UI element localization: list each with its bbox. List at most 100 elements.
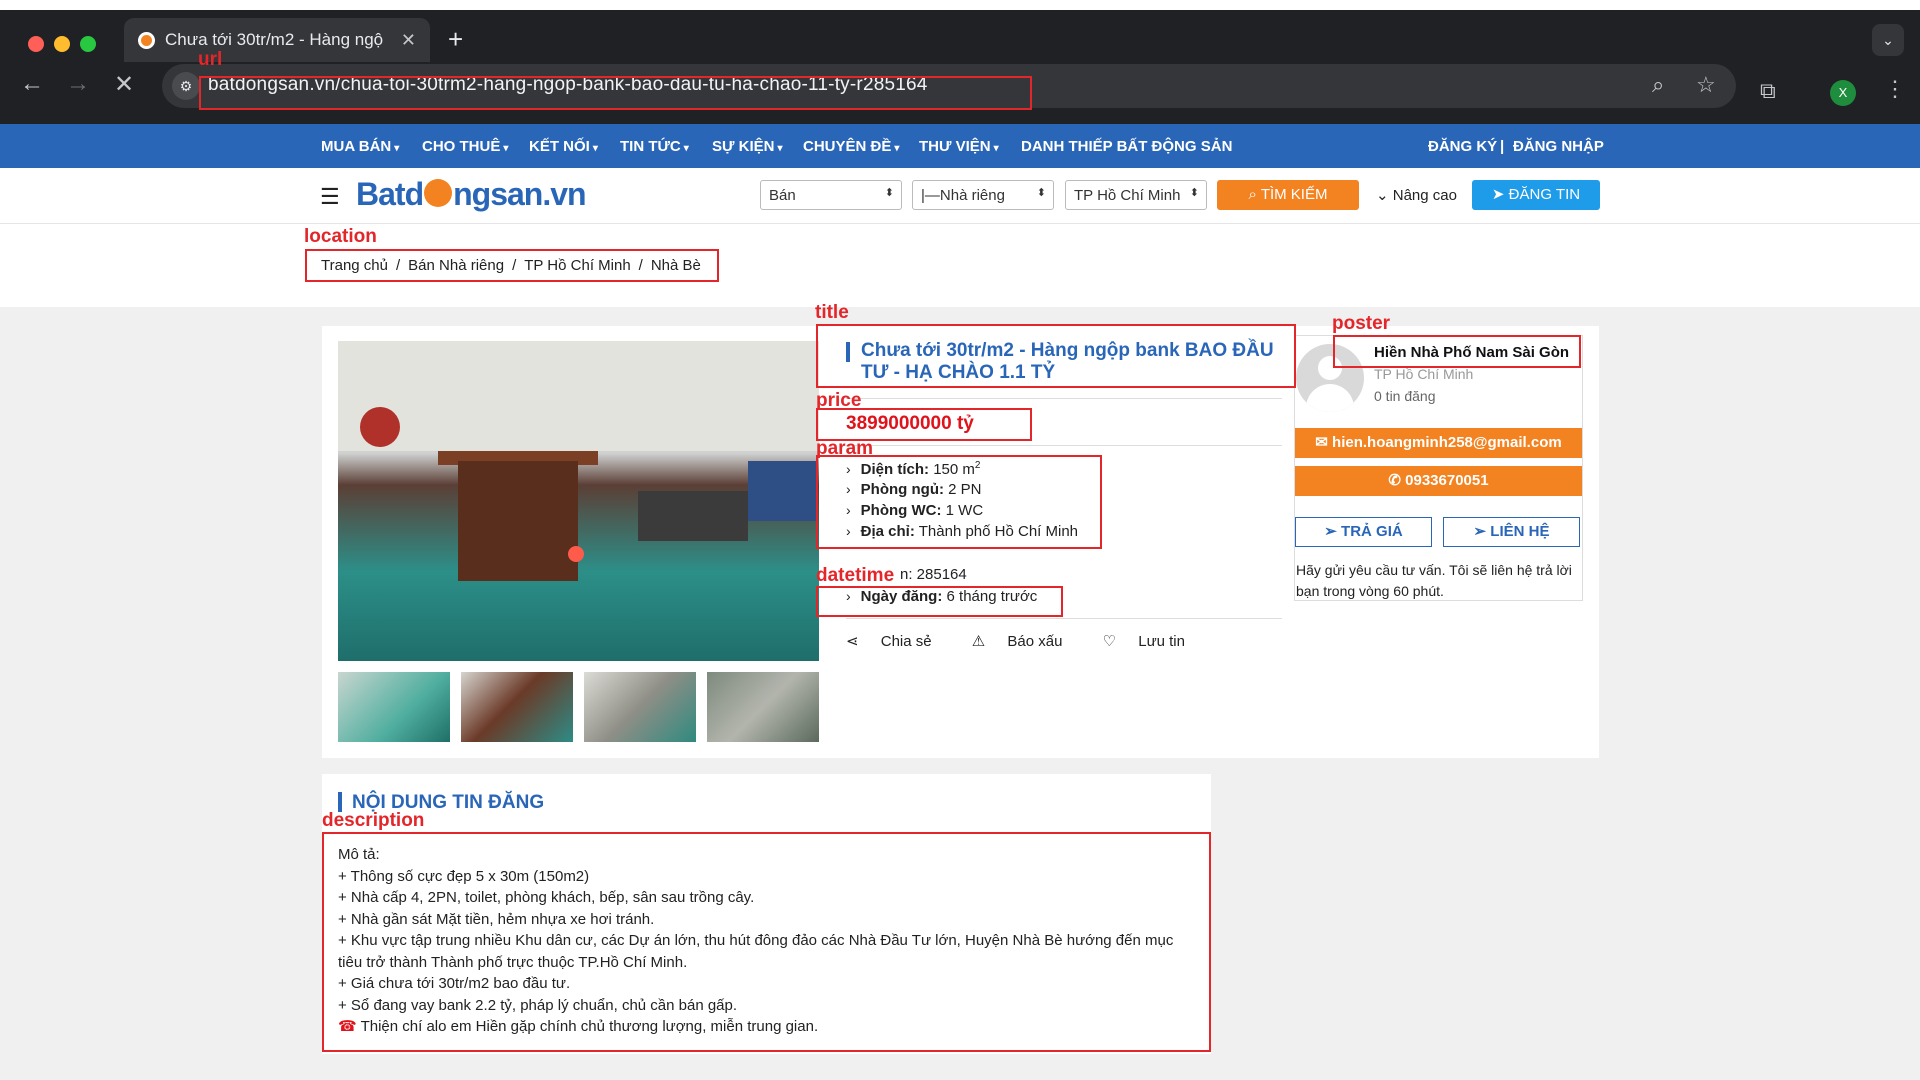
property-category-select[interactable]: |—Nhà riêng ⬍ [912,180,1054,210]
offer-label: TRẢ GIÁ [1341,523,1403,540]
photo-thumbnail[interactable] [461,672,573,742]
poster-post-count: 0 tin đăng [1374,388,1436,404]
tab-title: Chưa tới 30tr/m2 - Hàng ngộ [165,30,384,49]
menu-label: THƯ VIỆN [919,138,991,155]
contact-button[interactable]: ➢ LIÊN HỆ [1443,517,1580,547]
browser-tab[interactable]: Chưa tới 30tr/m2 - Hàng ngộ ✕ [124,18,430,62]
breadcrumb-bar: Trang chủ / Bán Nhà riêng / TP Hồ Chí Minh / N… [0,225,1920,307]
advanced-search-toggle[interactable]: ⌄ Nâng cao [1376,186,1457,204]
annotation-label-datetime: datetime [816,565,895,586]
menu-chuyen-de[interactable]: CHUYÊN ĐỀ ▾ [803,138,899,155]
select-arrows-icon: ⬍ [1189,187,1199,199]
advanced-label: Nâng cao [1392,187,1457,204]
register-link[interactable]: ĐĂNG KÝ [1428,138,1497,155]
heart-icon: ♡ [1102,633,1121,650]
chevron-down-icon: ▾ [503,143,509,154]
report-action[interactable]: ⚠ Báo xấu [972,633,1081,650]
annotation-label-poster: poster [1332,313,1391,334]
chevron-down-icon: ⌄ [1376,187,1393,204]
post-button-label: ĐĂNG TIN [1508,186,1581,203]
contact-note: Hãy gửi yêu cầu tư vấn. Tôi sẽ liên hệ t… [1296,562,1572,599]
email-label: hien.hoangminh258@gmail.com [1332,434,1562,451]
photo-cabinet [458,461,578,581]
divider [846,398,1282,399]
search-button-label: TÌM KIẾM [1260,186,1328,203]
login-link[interactable]: ĐĂNG NHẬP [1513,138,1604,155]
photo-shelf [638,491,748,541]
menu-thu-vien[interactable]: THƯ VIỆN ▾ [919,138,999,155]
extensions-puzzle-icon[interactable]: ⧉ [1760,78,1776,104]
phone-label: 0933670051 [1405,472,1489,489]
site-header: ☰ Batd ngsan.vn Bán ⬍ |—Nhà riêng ⬍ TP Hồ C… [0,168,1920,224]
annotation-box-param [816,455,1102,549]
menu-su-kien[interactable]: SỰ KIỆN ▾ [712,138,783,155]
save-action[interactable]: ♡ Lưu tin [1103,633,1203,650]
email-button[interactable]: ✉ hien.hoangminh258@gmail.com [1295,428,1582,458]
annotation-label-url: url [198,49,223,70]
menu-label: MUA BÁN [321,138,392,155]
envelope-icon: ✉ [1315,434,1333,451]
maximize-window-button[interactable] [80,36,96,52]
select-arrows-icon: ⬍ [884,187,894,199]
transaction-type-select[interactable]: Bán ⬍ [760,180,902,210]
site-logo[interactable]: Batd ngsan.vn [356,176,587,213]
photo-fan [360,407,400,447]
site-info-icon[interactable]: ⚙ [172,72,200,100]
photo-tv [748,461,818,521]
menu-label: KẾT NỐI [529,138,590,155]
annotation-box-url [199,76,1032,110]
search-button[interactable]: ⌕ TÌM KIẾM [1217,180,1359,210]
bookmark-star-icon[interactable]: ☆ [1696,72,1716,98]
photo-thumbnail[interactable] [707,672,819,742]
menu-label: TIN TỨC [620,138,681,155]
city-select[interactable]: TP Hồ Chí Minh ⬍ [1065,180,1207,210]
contact-label: LIÊN HỆ [1490,523,1550,540]
minimize-window-button[interactable] [54,36,70,52]
menu-danh-thiep[interactable]: DANH THIẾP BẤT ĐỘNG SẢN [1021,138,1232,155]
select-value: Bán [769,187,796,204]
chevron-down-icon: ▾ [777,143,783,154]
make-offer-button[interactable]: ➢ TRẢ GIÁ [1295,517,1432,547]
profile-avatar[interactable]: X [1830,80,1856,106]
annotation-box-poster [1333,335,1581,368]
menu-tin-tuc[interactable]: TIN TỨC ▾ [620,138,689,155]
close-window-button[interactable] [28,36,44,52]
hamburger-menu-icon[interactable]: ☰ [320,184,340,210]
annotation-label-location: location [304,226,377,247]
new-tab-icon[interactable]: + [448,24,463,55]
annotation-box-location [305,249,719,282]
menu-ket-noi[interactable]: KẾT NỐI ▾ [529,138,598,155]
divider [846,618,1282,619]
divider [846,445,1282,446]
auth-divider: | [1500,138,1505,155]
site-favicon-icon [138,31,155,49]
paper-plane-icon: ➢ [1473,523,1491,540]
logo-house-icon [424,179,453,207]
share-action[interactable]: ⋖ Chia sẻ [846,633,950,650]
stop-loading-icon[interactable]: ✕ [114,70,134,99]
post-listing-button[interactable]: ➤ ĐĂNG TIN [1472,180,1600,210]
tab-search-chevron-icon[interactable]: ⌄ [1872,24,1904,56]
annotation-box-description [322,832,1211,1052]
forward-arrow-icon[interactable]: → [66,70,90,98]
zoom-icon[interactable]: ⌕ [1652,72,1664,98]
poster-city: TP Hồ Chí Minh [1374,366,1474,382]
menu-mua-ban[interactable]: MUA BÁN ▾ [321,138,399,155]
back-arrow-icon[interactable]: ← [20,70,44,98]
annotation-box-price [816,408,1032,441]
report-label: Báo xấu [1007,633,1063,650]
avatar-body [1306,384,1354,412]
share-label: Chia sẻ [880,633,932,650]
photo-thumbnail[interactable] [584,672,696,742]
photo-wall [338,341,819,451]
photo-thumbnail[interactable] [338,672,450,742]
close-tab-icon[interactable]: ✕ [401,30,416,51]
annotation-box-datetime [816,586,1063,617]
menu-label: SỰ KIỆN [712,138,775,155]
main-listing-photo[interactable] [338,341,819,661]
menu-cho-thue[interactable]: CHO THUÊ ▾ [422,138,508,155]
phone-button[interactable]: ✆ 0933670051 [1295,466,1582,496]
browser-menu-icon[interactable]: ⋮ [1884,76,1906,102]
phone-icon: ✆ [1388,472,1406,489]
listing-code: n: 285164 [900,566,967,583]
